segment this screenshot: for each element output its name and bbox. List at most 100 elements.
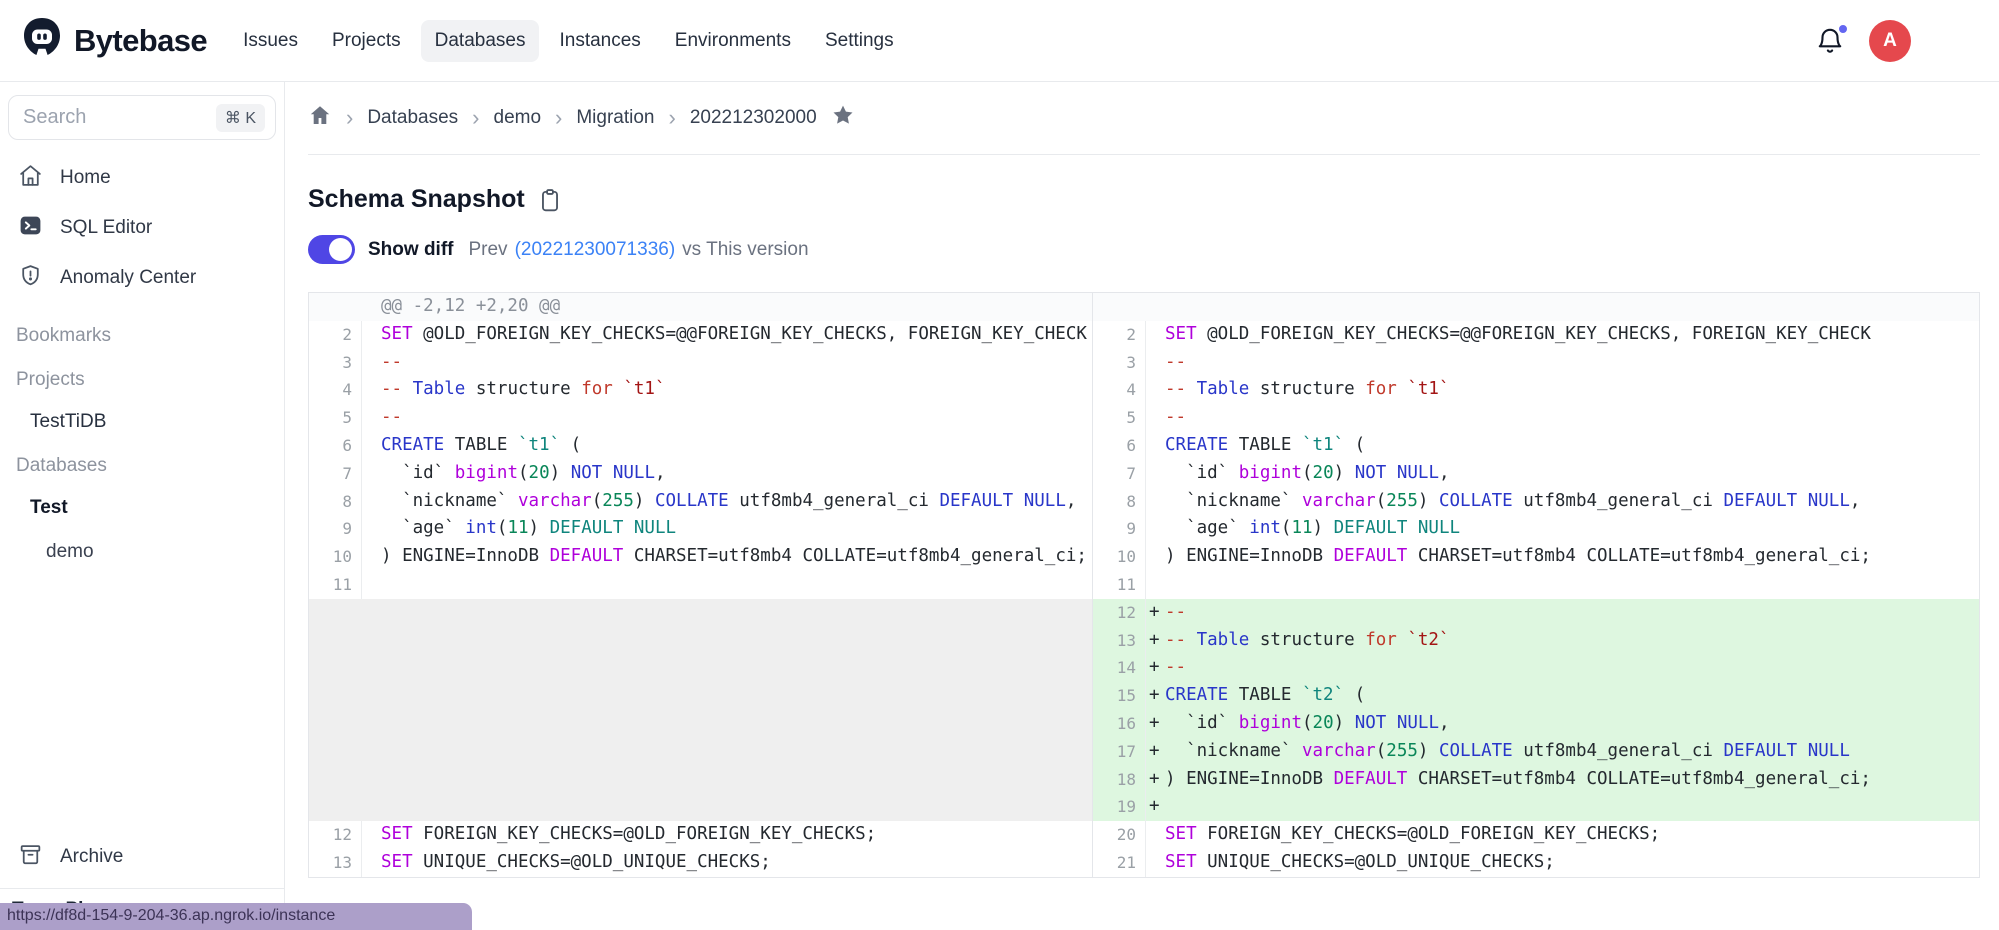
- diff-line-number: 7: [309, 460, 361, 488]
- diff-sign-margin: [361, 793, 381, 821]
- diff-code-text: `age` int(11) DEFAULT NULL: [1165, 515, 1979, 543]
- search-shortcut-badge: ⌘ K: [216, 104, 265, 132]
- nav-issues[interactable]: Issues: [229, 20, 312, 62]
- diff-line: 4-- Table structure for `t1`: [309, 376, 1092, 404]
- diff-line: 19+: [1093, 793, 1979, 821]
- diff-line-number: 13: [1093, 627, 1145, 655]
- diff-line: 7 `id` bigint(20) NOT NULL,: [309, 460, 1092, 488]
- nav-databases[interactable]: Databases: [421, 20, 540, 62]
- title-row: Schema Snapshot: [308, 185, 1999, 214]
- nav-projects[interactable]: Projects: [318, 20, 415, 62]
- brand-name: Bytebase: [74, 23, 207, 59]
- diff-code-text: [381, 766, 1092, 794]
- diff-code-text: SET FOREIGN_KEY_CHECKS=@OLD_FOREIGN_KEY_…: [1165, 821, 1979, 849]
- diff-pane-current[interactable]: 2SET @OLD_FOREIGN_KEY_CHECKS=@@FOREIGN_K…: [1093, 293, 1979, 877]
- diff-add-sign: +: [1145, 682, 1165, 710]
- diff-line: 12+--: [1093, 599, 1979, 627]
- terminal-icon: [18, 213, 43, 244]
- diff-line-number: [309, 766, 361, 794]
- diff-line-number: [309, 710, 361, 738]
- diff-line: 16+ `id` bigint(20) NOT NULL,: [1093, 710, 1979, 738]
- sidebar-item-label: Home: [60, 167, 111, 189]
- prev-version-link[interactable]: (20221230071336): [515, 239, 676, 261]
- diff-sign-margin: [361, 682, 381, 710]
- breadcrumb-separator: ›: [346, 107, 353, 129]
- diff-line: 3--: [309, 349, 1092, 377]
- diff-add-sign: +: [1145, 766, 1165, 794]
- bookmark-star-icon[interactable]: [831, 103, 855, 133]
- diff-code-text: `nickname` varchar(255) COLLATE utf8mb4_…: [1165, 488, 1979, 516]
- show-diff-toggle[interactable]: [308, 235, 355, 264]
- breadcrumb-migration[interactable]: Migration: [576, 107, 654, 129]
- diff-sign-margin: [361, 599, 381, 627]
- diff-code-text: `nickname` varchar(255) COLLATE utf8mb4_…: [1165, 738, 1979, 766]
- sidebar-item-testtidb[interactable]: TestTiDB: [0, 411, 284, 433]
- diff-line-number: [309, 293, 361, 321]
- nav-settings[interactable]: Settings: [811, 20, 908, 62]
- diff-sign-margin: [361, 738, 381, 766]
- diff-add-sign: +: [1145, 710, 1165, 738]
- diff-line: 2SET @OLD_FOREIGN_KEY_CHECKS=@@FOREIGN_K…: [309, 321, 1092, 349]
- diff-sign-margin: [1145, 515, 1165, 543]
- diff-gap-row: [309, 682, 1092, 710]
- sidebar-section-databases: Databases: [0, 455, 284, 477]
- diff-line-number: 8: [309, 488, 361, 516]
- diff-line-number: 7: [1093, 460, 1145, 488]
- diff-code-text: SET FOREIGN_KEY_CHECKS=@OLD_FOREIGN_KEY_…: [381, 821, 1092, 849]
- diff-line: 21SET UNIQUE_CHECKS=@OLD_UNIQUE_CHECKS;: [1093, 849, 1979, 877]
- brand[interactable]: Bytebase: [20, 16, 207, 65]
- diff-code-text: `id` bigint(20) NOT NULL,: [1165, 460, 1979, 488]
- copy-clipboard-icon[interactable]: [537, 187, 563, 213]
- diff-code-text: SET @OLD_FOREIGN_KEY_CHECKS=@@FOREIGN_KE…: [381, 321, 1092, 349]
- diff-sign-margin: [361, 654, 381, 682]
- diff-sign-margin: [361, 710, 381, 738]
- breadcrumb-separator: ›: [555, 107, 562, 129]
- diff-sign-margin: [1145, 404, 1165, 432]
- diff-line: 5--: [1093, 404, 1979, 432]
- diff-line: 4-- Table structure for `t1`: [1093, 376, 1979, 404]
- diff-line: 10) ENGINE=InnoDB DEFAULT CHARSET=utf8mb…: [309, 543, 1092, 571]
- sidebar-item-home[interactable]: Home: [0, 153, 284, 203]
- avatar[interactable]: A: [1869, 20, 1911, 62]
- diff-line-number: 20: [1093, 821, 1145, 849]
- home-icon: [18, 163, 43, 194]
- diff-line-number: 11: [309, 571, 361, 599]
- diff-pane-previous[interactable]: @@ -2,12 +2,20 @@2SET @OLD_FOREIGN_KEY_C…: [309, 293, 1093, 877]
- sidebar-item-label: Anomaly Center: [60, 267, 196, 289]
- diff-add-sign: +: [1145, 627, 1165, 655]
- sidebar-item-demo[interactable]: demo: [0, 541, 284, 563]
- breadcrumb-demo[interactable]: demo: [494, 107, 542, 129]
- vs-label: vs This version: [682, 239, 808, 261]
- diff-line-number: [1093, 293, 1145, 321]
- diff-line-number: 9: [1093, 515, 1145, 543]
- sidebar-item-anomaly-center[interactable]: Anomaly Center: [0, 253, 284, 303]
- breadcrumb-home-icon[interactable]: [308, 103, 332, 133]
- breadcrumb-databases[interactable]: Databases: [367, 107, 458, 129]
- sidebar-item-test[interactable]: Test: [0, 497, 284, 519]
- diff-sign-margin: [361, 571, 381, 599]
- diff-line: 10) ENGINE=InnoDB DEFAULT CHARSET=utf8mb…: [1093, 543, 1979, 571]
- diff-line: 9 `age` int(11) DEFAULT NULL: [1093, 515, 1979, 543]
- diff-sign-margin: [361, 627, 381, 655]
- diff-add-sign: +: [1145, 654, 1165, 682]
- diff-code-text: [1165, 793, 1979, 821]
- diff-line: [1093, 293, 1979, 321]
- sidebar-item-archive[interactable]: Archive: [0, 832, 284, 882]
- diff-add-sign: +: [1145, 793, 1165, 821]
- diff-sign-margin: [361, 376, 381, 404]
- sidebar-item-sql-editor[interactable]: SQL Editor: [0, 203, 284, 253]
- diff-sign-margin: [361, 515, 381, 543]
- diff-line: 11: [1093, 571, 1979, 599]
- sidebar-section-bookmarks: Bookmarks: [0, 325, 284, 347]
- nav-environments[interactable]: Environments: [661, 20, 805, 62]
- search-input[interactable]: Search ⌘ K: [8, 95, 276, 140]
- diff-line: 6CREATE TABLE `t1` (: [1093, 432, 1979, 460]
- diff-line: 18+) ENGINE=InnoDB DEFAULT CHARSET=utf8m…: [1093, 766, 1979, 794]
- diff-code-text: SET UNIQUE_CHECKS=@OLD_UNIQUE_CHECKS;: [381, 849, 1092, 877]
- diff-line-number: 5: [1093, 404, 1145, 432]
- notification-bell-icon[interactable]: [1815, 26, 1845, 56]
- diff-sign-margin: [361, 321, 381, 349]
- nav-instances[interactable]: Instances: [545, 20, 654, 62]
- diff-code-text: `nickname` varchar(255) COLLATE utf8mb4_…: [381, 488, 1092, 516]
- schema-diff-editor[interactable]: @@ -2,12 +2,20 @@2SET @OLD_FOREIGN_KEY_C…: [308, 292, 1980, 878]
